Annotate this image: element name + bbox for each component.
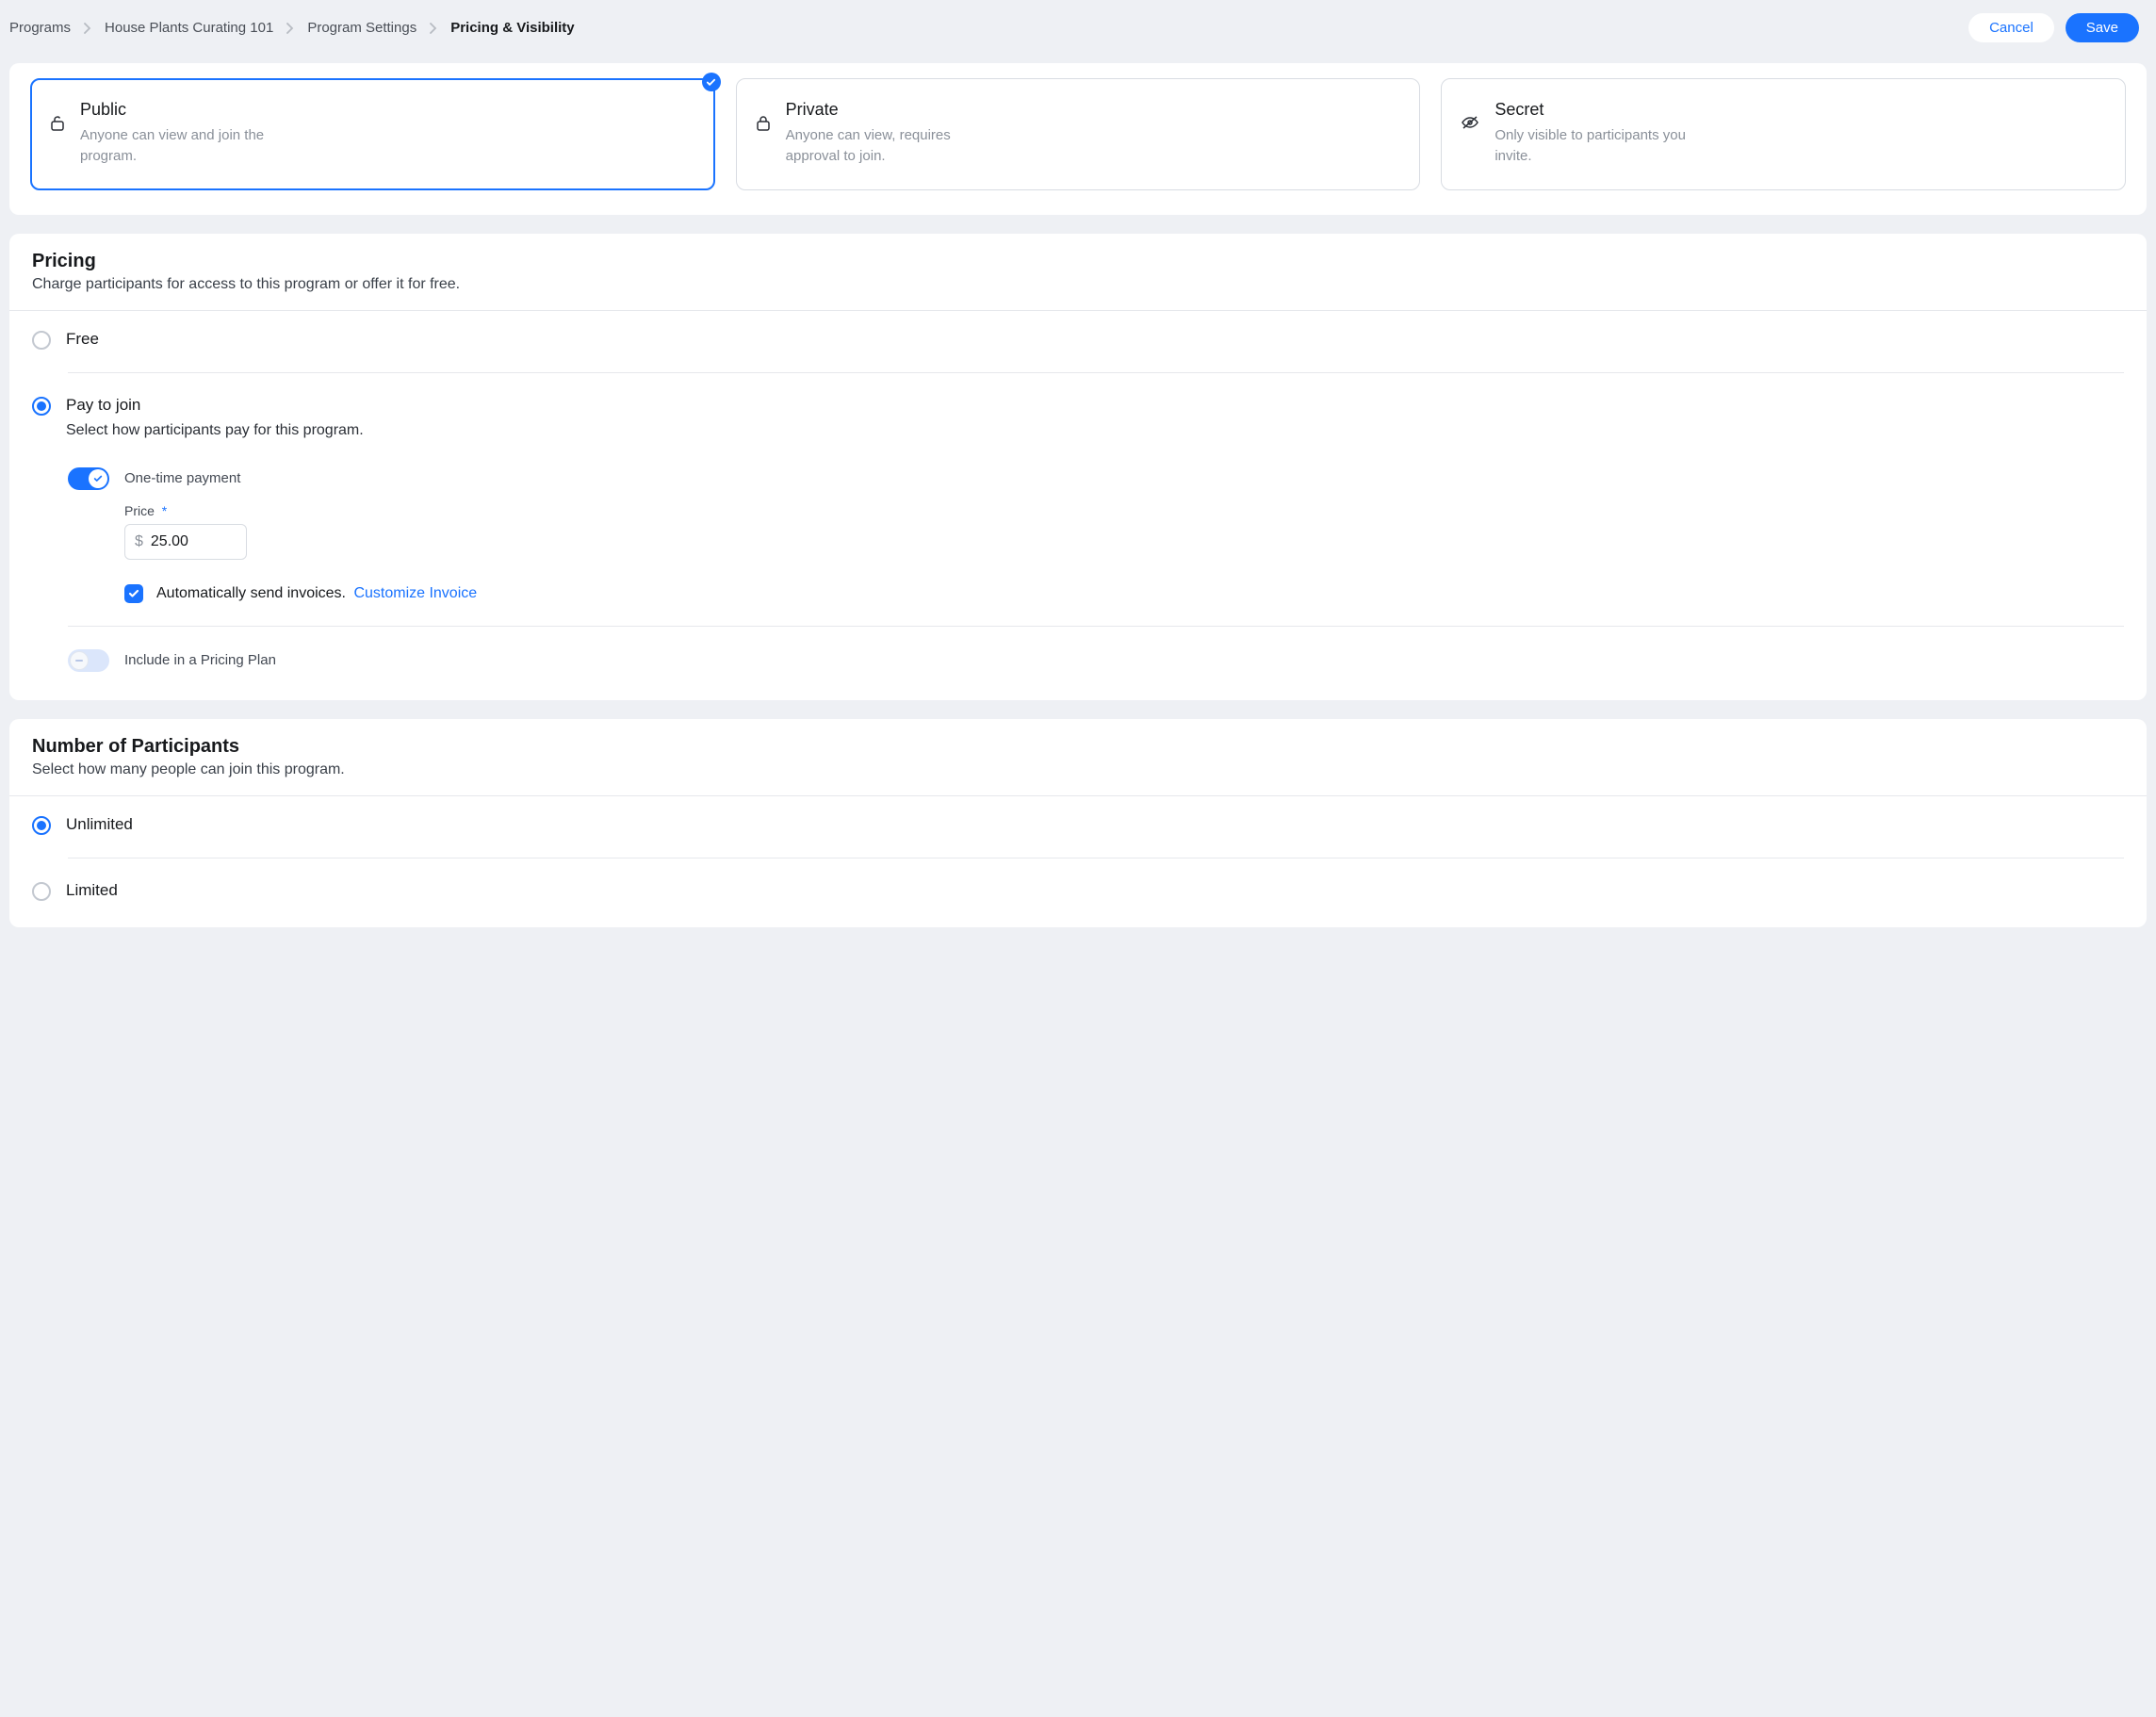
lock-icon: [756, 100, 771, 137]
toggle-knob: [89, 469, 107, 488]
save-button[interactable]: Save: [2066, 13, 2139, 42]
visibility-sub: Anyone can view, requires approval to jo…: [786, 125, 984, 167]
participants-card: Number of Participants Select how many p…: [9, 719, 2147, 927]
toggle-knob: [70, 651, 89, 670]
radio-unlimited-label: Unlimited: [66, 815, 133, 834]
visibility-card: Public Anyone can view and join the prog…: [9, 63, 2147, 215]
breadcrumb-programs[interactable]: Programs: [9, 20, 71, 36]
visibility-option-public[interactable]: Public Anyone can view and join the prog…: [30, 78, 715, 190]
radio-pay-label: Pay to join: [66, 396, 364, 415]
visibility-title: Private: [786, 100, 984, 120]
visibility-sub: Only visible to participants you invite.: [1494, 125, 1692, 167]
customize-invoice-link[interactable]: Customize Invoice: [353, 585, 477, 601]
cancel-button[interactable]: Cancel: [1968, 13, 2054, 42]
required-mark: *: [162, 503, 167, 518]
participants-option-limited[interactable]: Limited: [9, 858, 2147, 916]
pay-sub: Select how participants pay for this pro…: [66, 422, 364, 439]
radio-unlimited[interactable]: [32, 816, 51, 835]
auto-invoice-row: Automatically send invoices. Customize I…: [124, 584, 2124, 603]
pricing-plan-toggle[interactable]: [68, 649, 109, 672]
pricing-card: Pricing Charge participants for access t…: [9, 234, 2147, 700]
visibility-option-secret[interactable]: Secret Only visible to participants you …: [1441, 78, 2126, 190]
radio-free[interactable]: [32, 331, 51, 350]
auto-invoice-label: Automatically send invoices.: [156, 585, 346, 601]
header-actions: Cancel Save: [1968, 13, 2147, 42]
breadcrumb-current: Pricing & Visibility: [450, 20, 574, 36]
pricing-plan-label: Include in a Pricing Plan: [124, 652, 276, 668]
visibility-title: Public: [80, 100, 278, 120]
pricing-title: Pricing: [32, 251, 2124, 272]
visibility-option-private[interactable]: Private Anyone can view, requires approv…: [736, 78, 1421, 190]
pricing-plan-row: Include in a Pricing Plan: [68, 627, 2124, 698]
eye-off-icon: [1461, 100, 1479, 135]
participants-subtitle: Select how many people can join this pro…: [32, 761, 2124, 778]
radio-limited-label: Limited: [66, 881, 118, 900]
pricing-subtitle: Charge participants for access to this p…: [32, 276, 2124, 293]
currency-symbol: $: [135, 533, 143, 550]
breadcrumb-program-settings[interactable]: Program Settings: [307, 20, 416, 36]
participants-title: Number of Participants: [32, 736, 2124, 758]
pricing-option-pay[interactable]: Pay to join Select how participants pay …: [9, 373, 2147, 445]
participants-option-unlimited[interactable]: Unlimited: [9, 796, 2147, 841]
radio-pay[interactable]: [32, 397, 51, 416]
price-input-wrapper[interactable]: $: [124, 524, 247, 560]
breadcrumb: Programs House Plants Curating 101 Progr…: [9, 20, 575, 36]
header-bar: Programs House Plants Curating 101 Progr…: [0, 0, 2156, 56]
selected-check-icon: [702, 73, 721, 91]
price-input[interactable]: [151, 533, 226, 550]
radio-free-label: Free: [66, 330, 99, 349]
price-label: Price: [124, 503, 155, 518]
chevron-right-icon: [430, 23, 437, 34]
price-field: Price * $: [124, 503, 2124, 560]
breadcrumb-program-name[interactable]: House Plants Curating 101: [105, 20, 273, 36]
pricing-option-free[interactable]: Free: [9, 311, 2147, 355]
chevron-right-icon: [286, 23, 294, 34]
visibility-sub: Anyone can view and join the program.: [80, 125, 278, 167]
one-time-payment-label: One-time payment: [124, 470, 240, 486]
chevron-right-icon: [84, 23, 91, 34]
one-time-payment-toggle[interactable]: [68, 467, 109, 490]
lock-open-icon: [50, 100, 65, 137]
visibility-title: Secret: [1494, 100, 1692, 120]
radio-limited[interactable]: [32, 882, 51, 901]
auto-invoice-checkbox[interactable]: [124, 584, 143, 603]
one-time-payment-row: One-time payment: [68, 445, 2124, 490]
